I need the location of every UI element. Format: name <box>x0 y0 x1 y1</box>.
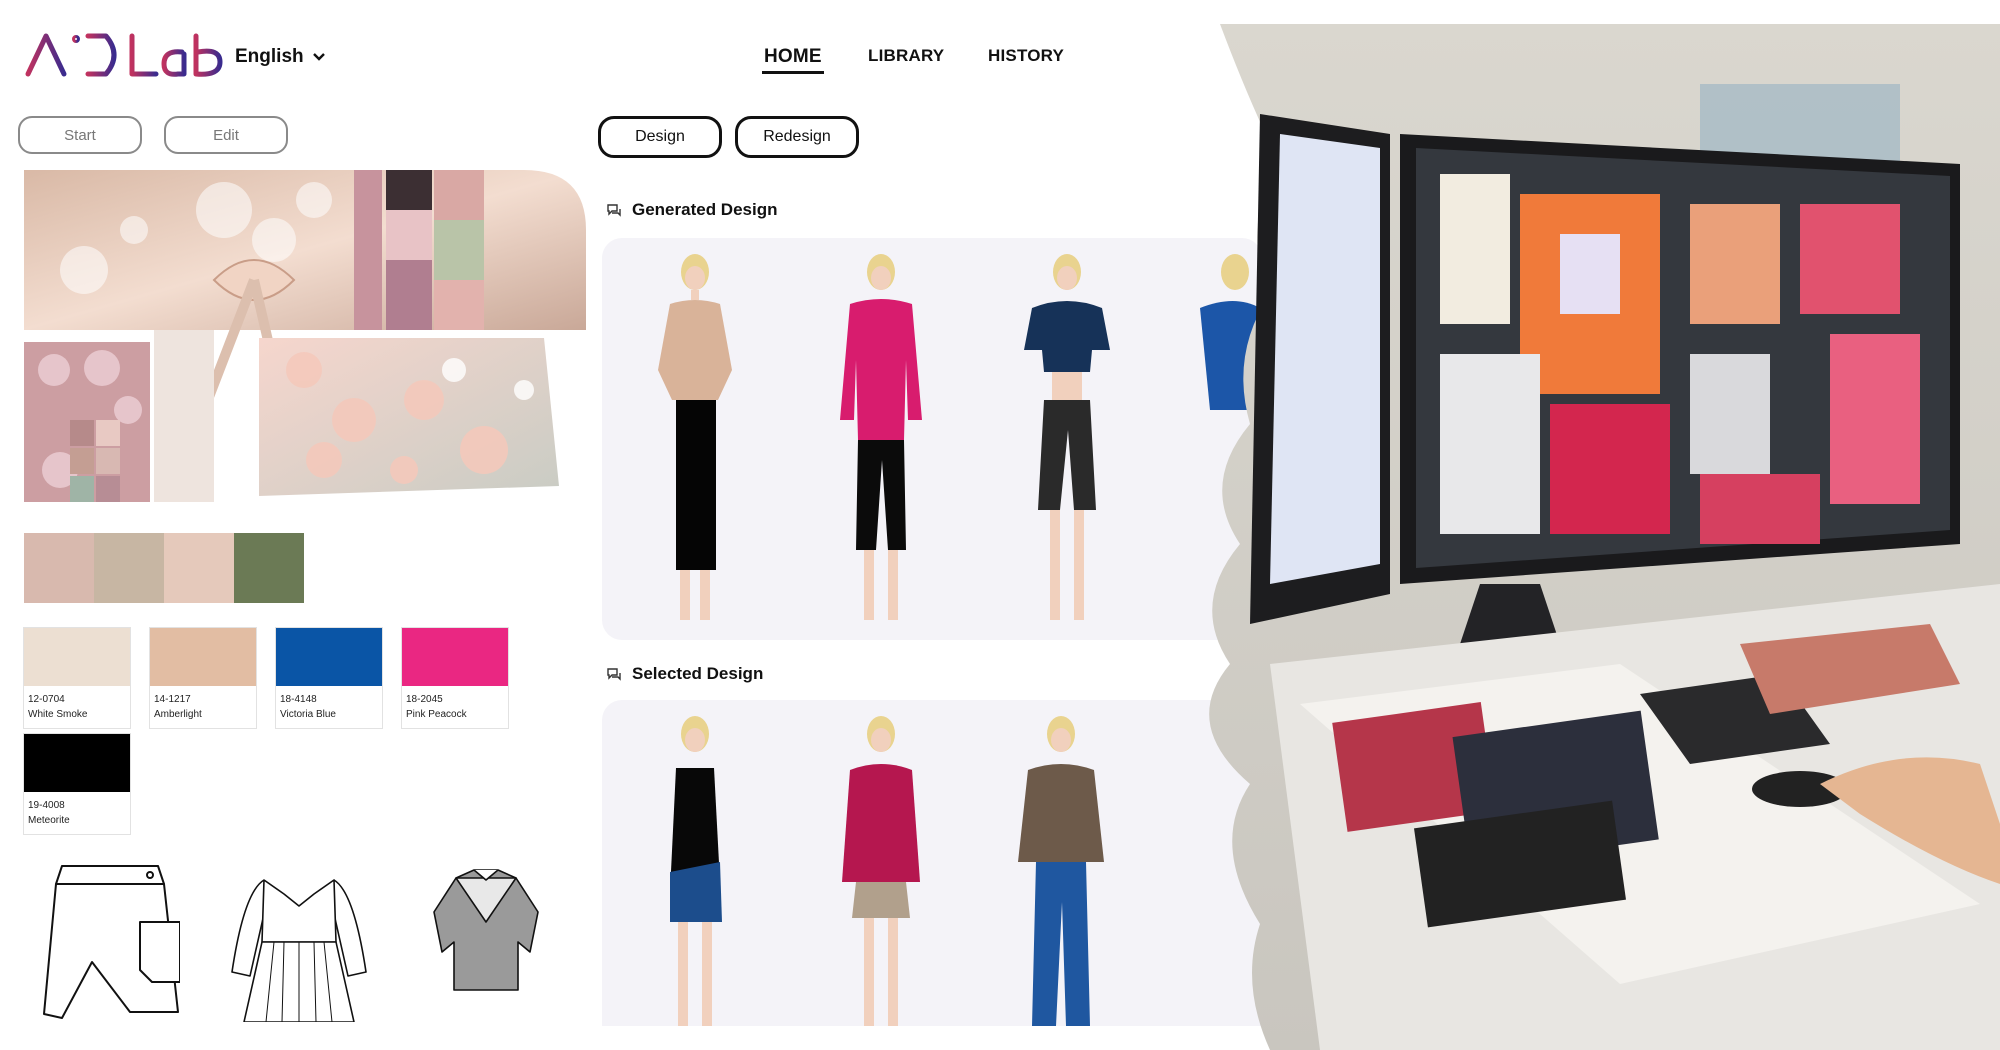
color-swatch[interactable]: 18-2045 Pink Peacock <box>402 628 508 728</box>
swatch-code: 19-4008 <box>28 800 65 811</box>
dress-sketch <box>231 879 367 1022</box>
print-swatch-strip <box>24 533 304 603</box>
swatch-color <box>24 628 130 686</box>
chat-bubble-icon <box>607 204 621 217</box>
color-swatch[interactable]: 18-4148 Victoria Blue <box>276 628 382 728</box>
swatch-color <box>150 628 256 686</box>
swatch-color <box>276 628 382 686</box>
swatch-name: Meteorite <box>28 815 70 826</box>
redesign-button[interactable]: Redesign <box>735 116 859 158</box>
design-figure[interactable] <box>826 250 936 632</box>
design-button[interactable]: Design <box>598 116 722 158</box>
swatch-code: 14-1217 <box>154 694 191 705</box>
blouse-sketch <box>433 869 539 991</box>
nav-active-underline <box>762 71 824 74</box>
chat-bubble-icon <box>607 668 621 681</box>
generated-design-heading: Generated Design <box>606 200 778 220</box>
section-title: Selected Design <box>632 664 764 683</box>
swatch-color <box>24 734 130 792</box>
language-label: English <box>235 46 304 67</box>
aidlab-logo[interactable] <box>24 30 224 80</box>
chevron-down-icon <box>312 53 325 61</box>
selected-figure[interactable] <box>640 712 750 1026</box>
swatch-name: Pink Peacock <box>406 709 467 720</box>
nav-library[interactable]: LIBRARY <box>868 46 944 66</box>
workstation-photo <box>1209 24 2000 1050</box>
start-button[interactable]: Start <box>18 116 142 154</box>
swatch-color <box>402 628 508 686</box>
swatch-code: 18-2045 <box>406 694 443 705</box>
nav-history[interactable]: HISTORY <box>988 46 1064 66</box>
color-swatch[interactable]: 14-1217 Amberlight <box>150 628 256 728</box>
color-swatch[interactable]: 12-0704 White Smoke <box>24 628 130 728</box>
skirt-sketch <box>43 865 180 1019</box>
design-figure[interactable] <box>640 250 750 632</box>
moodboard-collage <box>24 170 586 502</box>
color-swatch[interactable]: 19-4008 Meteorite <box>24 734 130 834</box>
swatch-name: Amberlight <box>154 709 202 720</box>
selected-design-heading: Selected Design <box>606 664 763 684</box>
selected-figure[interactable] <box>826 712 936 1026</box>
swatch-code: 12-0704 <box>28 694 65 705</box>
edit-button[interactable]: Edit <box>164 116 288 154</box>
nav-home[interactable]: HOME <box>764 46 822 68</box>
swatch-name: White Smoke <box>28 709 88 720</box>
swatch-code: 18-4148 <box>280 694 317 705</box>
swatch-name: Victoria Blue <box>280 709 336 720</box>
language-selector[interactable]: English <box>235 46 326 68</box>
section-title: Generated Design <box>632 200 778 219</box>
